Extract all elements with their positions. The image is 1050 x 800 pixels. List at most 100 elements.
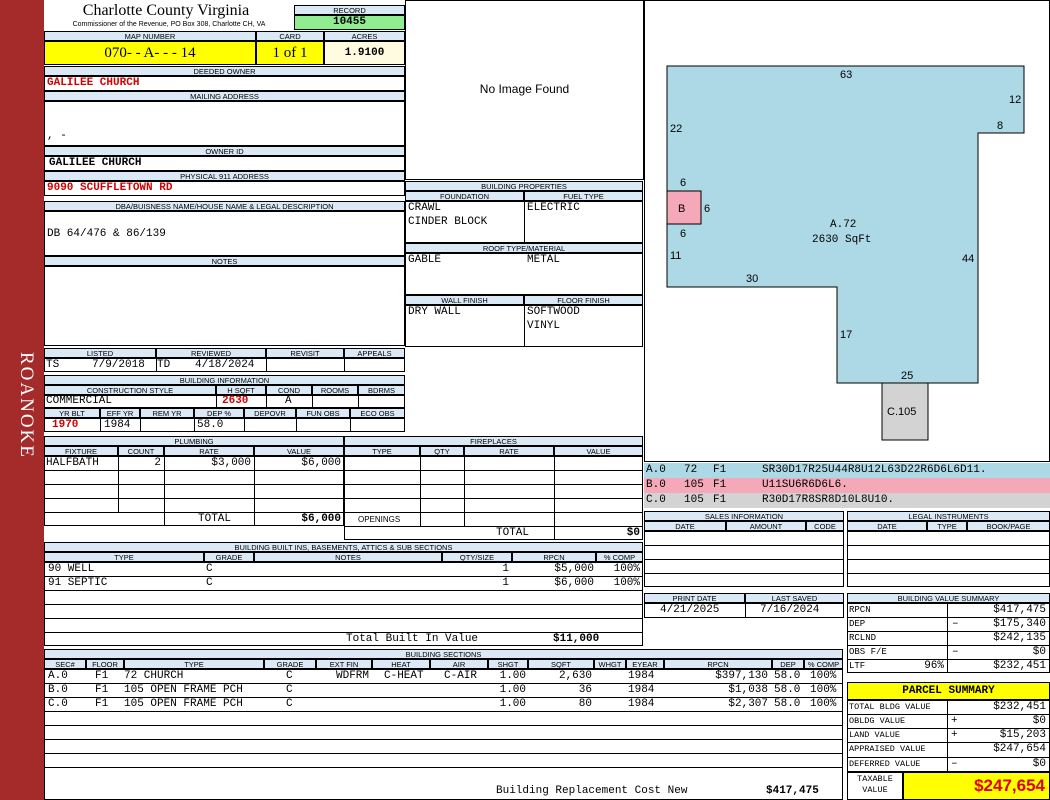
- sketch-code-c-path: R30D17R8SR8D10L8U10.: [762, 494, 895, 506]
- notes-box: [44, 266, 405, 346]
- plumbing-total-value: $6,000: [301, 513, 341, 525]
- ps-total-bldg-value: $232,451: [993, 701, 1046, 713]
- built-ins-col-comp: % COMP: [596, 552, 643, 562]
- building-sketch: 63 12 8 22 6 6 6 11 30 44 17 25 B C.105 …: [666, 65, 1025, 441]
- ps-obldg-label: OBLDG VALUE: [849, 716, 906, 726]
- bdrms-header: BDRMS: [358, 385, 405, 395]
- sections-total-label: Building Replacement Cost New: [496, 785, 688, 797]
- fireplaces-col-value: VALUE: [554, 446, 643, 456]
- sketch-label-b: B: [678, 203, 685, 215]
- plumbing-value-value: $6,000: [301, 457, 341, 469]
- sec-a-comp: 100%: [810, 670, 837, 682]
- legal-header: LEGAL INSTRUMENTS: [847, 511, 1050, 521]
- fireplaces-col-qty: QTY: [420, 446, 464, 456]
- vs-ltf-pct: 96%: [924, 660, 944, 672]
- sketch-dim-6c: 6: [680, 228, 686, 240]
- plumbing-total-label: TOTAL: [198, 513, 232, 525]
- sec-a-sqft: 2,630: [558, 670, 592, 682]
- fireplaces-total-value: $0: [626, 527, 640, 539]
- sec-a-shgt: 1.00: [499, 670, 526, 682]
- building-properties-header: BUILDING PROPERTIES: [405, 181, 643, 191]
- no-image-text: No Image Found: [479, 82, 570, 96]
- sec-b-sqft: 36: [578, 684, 592, 696]
- sec-b-floor: F1: [95, 684, 109, 696]
- vs-obs-label: OBS F/E: [849, 647, 887, 657]
- commissioner-address: Commissioner of the Revenue, PO Box 308,…: [72, 21, 266, 28]
- reviewed-date: 4/18/2024: [195, 359, 255, 371]
- sections-total-value: $417,475: [766, 785, 819, 797]
- wall-finish-value: DRY WALL: [408, 306, 461, 318]
- vs-ltf-value: $232,451: [993, 660, 1046, 672]
- depovr-header: DEPOVR: [244, 408, 296, 418]
- sections-col-eyear: EYEAR: [626, 659, 664, 669]
- built-ins-total-label: Total Built In Value: [346, 633, 479, 645]
- sales-col-date: DATE: [644, 521, 726, 531]
- sec-b-shgt: 1.00: [499, 684, 526, 696]
- foundation-line-2: CINDER BLOCK: [408, 216, 488, 228]
- dba-value: DB 64/476 & 86/139: [47, 228, 166, 240]
- ps-deferred-label: DEFERRED VALUE: [849, 759, 921, 769]
- built-in-2-qty: 1: [502, 577, 509, 589]
- sketch-dim-11: 11: [670, 250, 681, 262]
- sec-b-rpcn: $1,038: [728, 684, 768, 696]
- sketch-code-a-code: A.0: [646, 464, 666, 476]
- side-bar: ROANOKE: [0, 0, 44, 800]
- built-in-2-rpcn: $6,000: [554, 577, 594, 589]
- legal-col-date: DATE: [847, 521, 927, 531]
- sketch-code-c-floor: F1: [713, 494, 727, 506]
- plumbing-col-count: COUNT: [118, 446, 164, 456]
- sec-b-eyear: 1984: [628, 684, 655, 696]
- reviewed-header: REVIEWED: [156, 348, 266, 358]
- sec-c-floor: F1: [95, 698, 109, 710]
- sections-col-comp: % COMP: [804, 659, 843, 669]
- plumbing-rate-value: $3,000: [211, 457, 251, 469]
- cond-value: A: [285, 395, 292, 407]
- legal-col-type: TYPE: [927, 521, 967, 531]
- floor-finish-line-1: SOFTWOOD: [527, 306, 580, 318]
- ps-total-bldg-label: TOTAL BLDG VALUE: [849, 702, 931, 712]
- sec-a-ext: WDFRM: [336, 670, 370, 682]
- sec-a-grade: C: [286, 670, 293, 682]
- plumbing-header: PLUMBING: [44, 436, 344, 446]
- record-header: RECORD: [294, 5, 405, 15]
- sketch-code-a-path: SR30D17R25U44R8U12L63D22R6D6L6D11.: [762, 464, 987, 476]
- yr-blt-header: YR BLT: [44, 408, 100, 418]
- sec-b-comp: 100%: [810, 684, 837, 696]
- hsqft-header: H SQFT: [216, 385, 266, 395]
- built-ins-col-grade: GRADE: [204, 552, 254, 562]
- built-in-1-qty: 1: [502, 563, 509, 575]
- sec-c-eyear: 1984: [628, 698, 655, 710]
- vs-dep-value: $175,340: [993, 618, 1046, 630]
- sec-c-grade: C: [286, 698, 293, 710]
- built-ins-total-value: $11,000: [553, 633, 600, 645]
- map-number-value: 070- - A- - - 14: [44, 41, 256, 65]
- deeded-owner-value: GALILEE CHURCH: [47, 77, 140, 89]
- sec-c-shgt: 1.00: [499, 698, 526, 710]
- fireplaces-header: FIREPLACES: [344, 436, 643, 446]
- built-in-1-rpcn: $5,000: [554, 563, 594, 575]
- plumbing-col-rate: RATE: [164, 446, 254, 456]
- eco-obs-header: ECO OBS: [350, 408, 405, 418]
- sketch-dim-6a: 6: [680, 177, 686, 189]
- sketch-dim-17: 17: [840, 329, 852, 341]
- sec-c-sec: C.0: [48, 698, 68, 710]
- sales-col-amount: AMOUNT: [726, 521, 806, 531]
- sec-a-air: C-AIR: [444, 670, 478, 682]
- sec-b-type: 105 OPEN FRAME PCH: [124, 684, 243, 696]
- dep-header: DEP %: [194, 408, 244, 418]
- fun-obs-header: FUN OBS: [296, 408, 350, 418]
- sec-a-dep: 58.0: [774, 670, 801, 682]
- sketch-code-b-area: 105: [684, 479, 704, 491]
- sec-c-comp: 100%: [810, 698, 837, 710]
- county-title: Charlotte County Virginia: [82, 2, 250, 19]
- sections-col-air: AIR: [430, 659, 488, 669]
- sketch-code-b-path: U11SU6R6D6L6.: [762, 479, 848, 491]
- ps-appraised-value: $247,654: [993, 743, 1046, 755]
- vs-rclnd-label: RCLND: [849, 633, 877, 643]
- notes-header: NOTES: [44, 256, 405, 266]
- ps-land-value: $15,203: [999, 729, 1046, 741]
- plumbing-col-fixture: FIXTURE: [44, 446, 118, 456]
- sec-b-grade: C: [286, 684, 293, 696]
- built-ins-col-type: TYPE: [44, 552, 204, 562]
- floor-finish-header: FLOOR FINISH: [524, 295, 643, 305]
